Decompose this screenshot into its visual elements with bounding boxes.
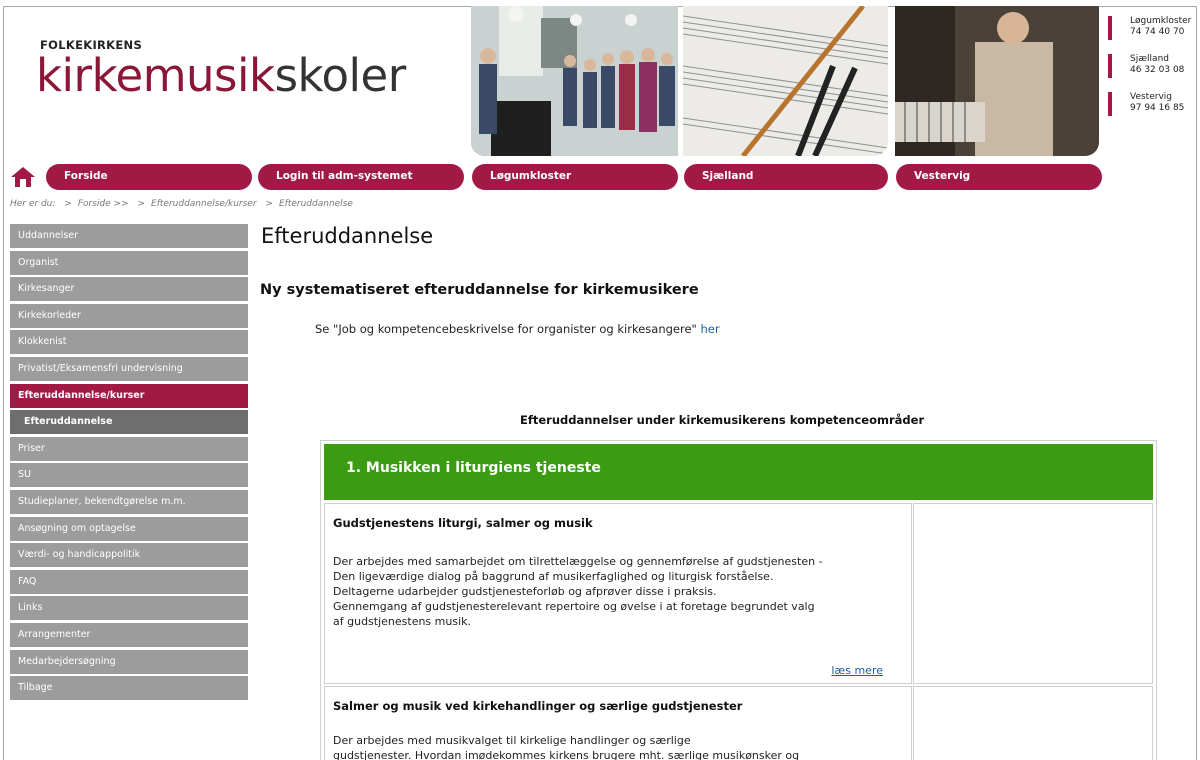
section-header: 1. Musikken i liturgiens tjeneste [324, 444, 1153, 500]
contact-phone: 97 94 16 85 [1130, 103, 1185, 113]
intro-link-her[interactable]: her [701, 322, 720, 336]
sidebar-subitem-efteruddannelse[interactable]: Efteruddannelse [10, 410, 248, 435]
sidebar-item-tilbage[interactable]: Tilbage [10, 676, 248, 701]
entry-line: Deltagerne udarbejder gudstjenesteforløb… [333, 585, 717, 598]
entry-line: Gennemgang af gudstjenesterelevant reper… [333, 600, 815, 613]
sidebar-item-ansoegning[interactable]: Ansøgning om optagelse [10, 516, 248, 541]
logo-name-part2: skoler [274, 49, 407, 102]
breadcrumb-separator: > [137, 199, 146, 209]
page-subtitle: Ny systematiseret efteruddannelse for ki… [260, 282, 699, 298]
nav-label: Sjælland [702, 170, 754, 182]
entry-side-cell [913, 686, 1153, 760]
entry-side-cell [913, 503, 1153, 684]
entry-title: Gudstjenestens liturgi, salmer og musik [333, 516, 593, 530]
table-caption: Efteruddannelser under kirkemusikerens k… [520, 413, 925, 427]
contact-bar [1108, 92, 1112, 116]
contact-phone: 46 32 03 08 [1130, 65, 1185, 75]
sidebar-item-kirkesanger[interactable]: Kirkesanger [10, 277, 248, 302]
nav-label: Login til adm-systemet [276, 170, 413, 182]
entry-title: Salmer og musik ved kirkehandlinger og s… [333, 699, 743, 713]
entry-line: af gudstjenestens musik. [333, 615, 472, 628]
sidebar-item-priser[interactable]: Priser [10, 436, 248, 461]
entry-cell: Gudstjenestens liturgi, salmer og musik … [324, 503, 912, 684]
breadcrumb-item-efteruddannelse-kurser[interactable]: Efteruddannelse/kurser [151, 199, 257, 209]
breadcrumb-separator: > [64, 199, 72, 209]
contact-place: Løgumkloster [1130, 16, 1192, 26]
entry-description: Der arbejdes med samarbejdet om tilrette… [333, 554, 903, 629]
sidebar-item-organist[interactable]: Organist [10, 250, 248, 275]
nav-label: Vestervig [914, 170, 971, 182]
contact-bar [1108, 54, 1112, 78]
sidebar-item-uddannelser[interactable]: Uddannelser [10, 224, 248, 248]
breadcrumb-item-current: Efteruddannelse [278, 199, 353, 209]
breadcrumb: Her er du: > Forside >> > Efteruddannelse/… [10, 199, 353, 209]
intro-text: Se "Job og kompetencebeskrivelse for org… [315, 322, 697, 336]
nav-login[interactable]: Login til adm-systemet [258, 164, 464, 190]
sidebar-item-efteruddannelse-kurser[interactable]: Efteruddannelse/kurser [10, 383, 248, 408]
section-title: 1. Musikken i liturgiens tjeneste [346, 460, 601, 476]
sidebar-item-studieplaner[interactable]: Studieplaner, bekendtgørelse m.m. [10, 489, 248, 514]
contact-vestervig: Vestervig 97 94 16 85 [1108, 92, 1191, 116]
logo[interactable]: kirkemusikskoler [36, 46, 406, 106]
nav-label: Løgumkloster [490, 170, 572, 182]
sidebar-item-su[interactable]: SU [10, 463, 248, 488]
entry-line: gudstjenester. Hvordan imødekommes kirke… [333, 749, 800, 760]
contact-place: Vestervig [1130, 92, 1172, 102]
nav-logumkloster[interactable]: Løgumkloster [472, 164, 678, 190]
header-photo-choir [471, 6, 678, 156]
sidebar-item-klokkenist[interactable]: Klokkenist [10, 330, 248, 355]
contact-list: Løgumkloster 74 74 40 70 Sjælland 46 32 … [1108, 16, 1191, 130]
sidebar-item-faq[interactable]: FAQ [10, 569, 248, 594]
read-more-link[interactable]: læs mere [831, 664, 883, 677]
sidebar-item-kirkekorleder[interactable]: Kirkekorleder [10, 303, 248, 328]
intro-paragraph: Se "Job og kompetencebeskrivelse for org… [315, 322, 720, 336]
contact-phone: 74 74 40 70 [1130, 27, 1185, 37]
header-photo-organist [895, 6, 1099, 156]
breadcrumb-label: Her er du: [10, 199, 56, 209]
entry-line: Der arbejdes med musikvalget til kirkeli… [333, 734, 691, 747]
home-icon[interactable] [10, 166, 36, 188]
sidebar-item-links[interactable]: Links [10, 596, 248, 621]
entry-cell: Salmer og musik ved kirkehandlinger og s… [324, 686, 912, 760]
sidebar: Uddannelser Organist Kirkesanger Kirkeko… [10, 224, 248, 703]
sidebar-item-privatist[interactable]: Privatist/Eksamensfri undervisning [10, 356, 248, 381]
page-title: Efteruddannelse [261, 224, 434, 248]
contact-place: Sjælland [1130, 54, 1169, 64]
sidebar-item-vaerdi-politik[interactable]: Værdi- og handicappolitik [10, 543, 248, 568]
entry-line: Der arbejdes med samarbejdet om tilrette… [333, 555, 823, 568]
sidebar-item-arrangementer[interactable]: Arrangementer [10, 622, 248, 647]
breadcrumb-separator: > [265, 199, 273, 209]
header-photo-sheet-music [683, 6, 888, 156]
nav-sjaelland[interactable]: Sjælland [684, 164, 888, 190]
competence-table: 1. Musikken i liturgiens tjeneste Gudstj… [320, 440, 1157, 760]
contact-sjaelland: Sjælland 46 32 03 08 [1108, 54, 1191, 78]
nav-forside[interactable]: Forside [46, 164, 252, 190]
logo-name-part1: kirkemusik [36, 49, 275, 102]
entry-description: Der arbejdes med musikvalget til kirkeli… [333, 733, 903, 760]
contact-bar [1108, 16, 1112, 40]
breadcrumb-item-forside[interactable]: Forside >> [78, 199, 129, 209]
sidebar-item-medarbejdersoegning[interactable]: Medarbejdersøgning [10, 649, 248, 674]
nav-vestervig[interactable]: Vestervig [896, 164, 1102, 190]
contact-logumkloster: Løgumkloster 74 74 40 70 [1108, 16, 1192, 40]
nav-label: Forside [64, 170, 108, 182]
entry-line: Den ligeværdige dialog på baggrund af mu… [333, 570, 774, 583]
